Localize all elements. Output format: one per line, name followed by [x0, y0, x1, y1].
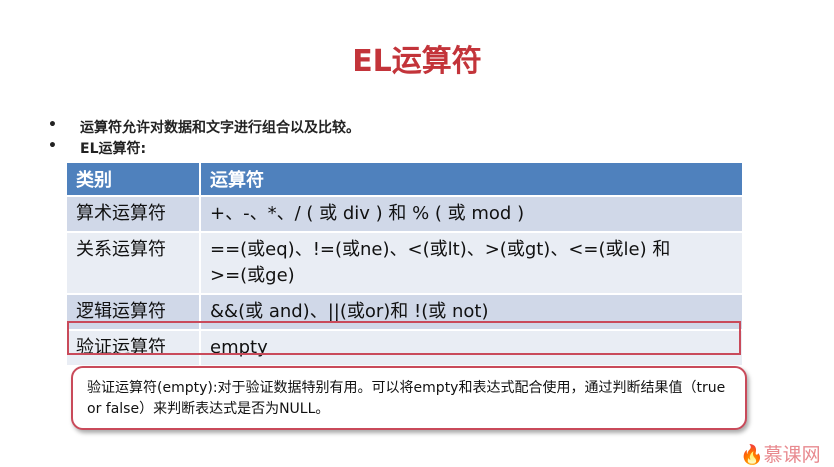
header-category: 类别: [67, 163, 201, 197]
bullet-text: 运算符允许对数据和文字进行组合以及比较。: [80, 120, 360, 136]
cell-category: 关系运算符: [67, 232, 201, 295]
logo-text: 慕课网: [763, 444, 821, 466]
cell-operators: ==(或eq)、!=(或ne)、<(或lt)、>(或gt)、<=(或le) 和 …: [200, 232, 744, 295]
bullet-text: EL运算符:: [80, 141, 147, 157]
bullet-item: • EL运算符:: [48, 138, 147, 157]
slide-title: EL运算符: [352, 44, 482, 79]
bullet-item: • 运算符允许对数据和文字进行组合以及比较。: [48, 117, 360, 136]
table-row: 算术运算符 +、-、*、/ ( 或 div ) 和 % ( 或 mod ): [67, 196, 744, 233]
cell-operators: +、-、*、/ ( 或 div ) 和 % ( 或 mod ): [200, 196, 744, 233]
logo-watermark: 🔥慕课网: [740, 440, 821, 467]
header-operator: 运算符: [200, 163, 744, 197]
table-header: 类别 运算符: [67, 163, 744, 197]
flame-icon: 🔥: [740, 444, 764, 466]
cell-category: 算术运算符: [67, 196, 201, 233]
callout-note: 验证运算符(empty):对于验证数据特别有用。可以将empty和表达式配合使用…: [71, 366, 747, 430]
table-row: 关系运算符 ==(或eq)、!=(或ne)、<(或lt)、>(或gt)、<=(或l…: [67, 232, 744, 295]
highlight-box: [67, 321, 741, 355]
